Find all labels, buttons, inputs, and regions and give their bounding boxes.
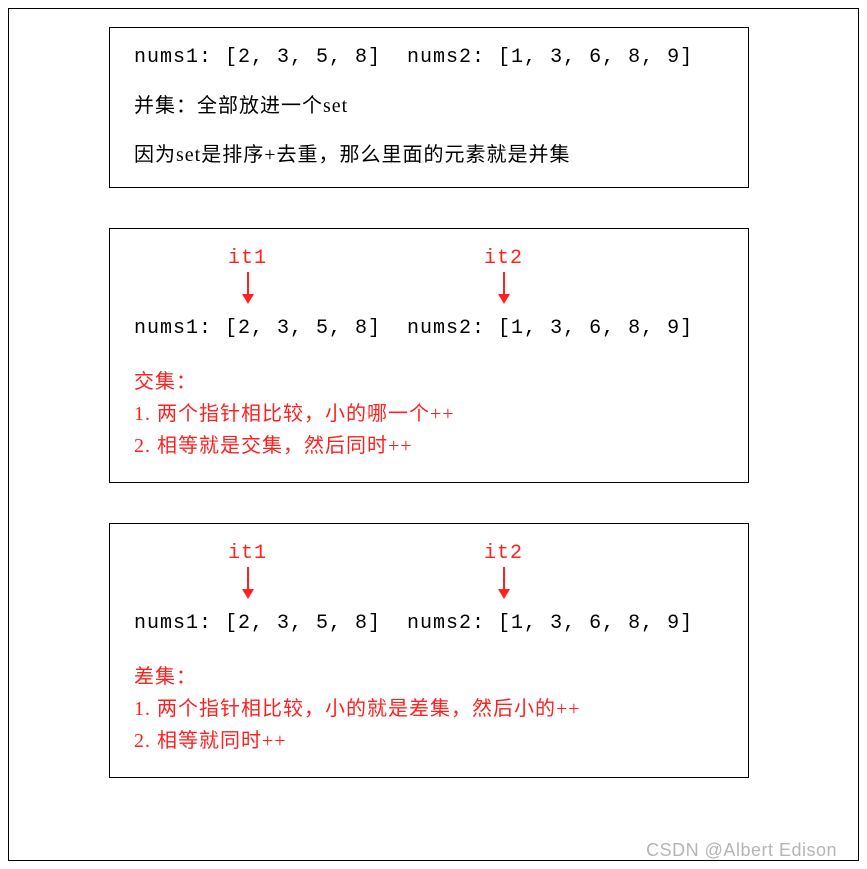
intersection-rule-2: 2. 相等就是交集，然后同时++: [134, 430, 724, 462]
difference-rule-2: 2. 相等就同时++: [134, 725, 724, 757]
pointer-row: it1 it2: [134, 542, 724, 612]
arrow-icon: [247, 272, 249, 294]
diagram-frame: nums1: [2, 3, 5, 8] nums2: [1, 3, 6, 8, …: [8, 8, 859, 861]
arrays-line: nums1: [2, 3, 5, 8] nums2: [1, 3, 6, 8, …: [134, 317, 724, 340]
arrays-line: nums1: [2, 3, 5, 8] nums2: [1, 3, 6, 8, …: [134, 612, 724, 635]
pointer-it1-label: it1: [228, 542, 267, 565]
panel-union: nums1: [2, 3, 5, 8] nums2: [1, 3, 6, 8, …: [109, 27, 749, 188]
panel-difference: it1 it2 nums1: [2, 3, 5, 8] nums2: [1, 3…: [109, 523, 749, 778]
pointer-it2: it2: [484, 247, 523, 304]
arrow-head-icon: [242, 589, 254, 599]
arrow-head-icon: [242, 294, 254, 304]
arrow-icon: [503, 567, 505, 589]
pointer-it2-label: it2: [484, 247, 523, 270]
intersection-title: 交集：: [134, 366, 724, 398]
union-desc-2: 因为set是排序+去重，那么里面的元素就是并集: [134, 138, 724, 167]
panel-intersection: it1 it2 nums1: [2, 3, 5, 8] nums2: [1, 3…: [109, 228, 749, 483]
arrays-line: nums1: [2, 3, 5, 8] nums2: [1, 3, 6, 8, …: [134, 46, 724, 69]
arrow-head-icon: [498, 294, 510, 304]
pointer-it1: it1: [228, 247, 267, 304]
pointer-it2-label: it2: [484, 542, 523, 565]
pointer-it2: it2: [484, 542, 523, 599]
intersection-rule-1: 1. 两个指针相比较，小的哪一个++: [134, 398, 724, 430]
arrow-icon: [503, 272, 505, 294]
difference-rules: 差集： 1. 两个指针相比较，小的就是差集，然后小的++ 2. 相等就同时++: [134, 661, 724, 757]
arrow-icon: [247, 567, 249, 589]
difference-rule-1: 1. 两个指针相比较，小的就是差集，然后小的++: [134, 693, 724, 725]
difference-title: 差集：: [134, 661, 724, 693]
union-desc-1: 并集：全部放进一个set: [134, 89, 724, 118]
pointer-row: it1 it2: [134, 247, 724, 317]
intersection-rules: 交集： 1. 两个指针相比较，小的哪一个++ 2. 相等就是交集，然后同时++: [134, 366, 724, 462]
pointer-it1-label: it1: [228, 247, 267, 270]
pointer-it1: it1: [228, 542, 267, 599]
arrow-head-icon: [498, 589, 510, 599]
